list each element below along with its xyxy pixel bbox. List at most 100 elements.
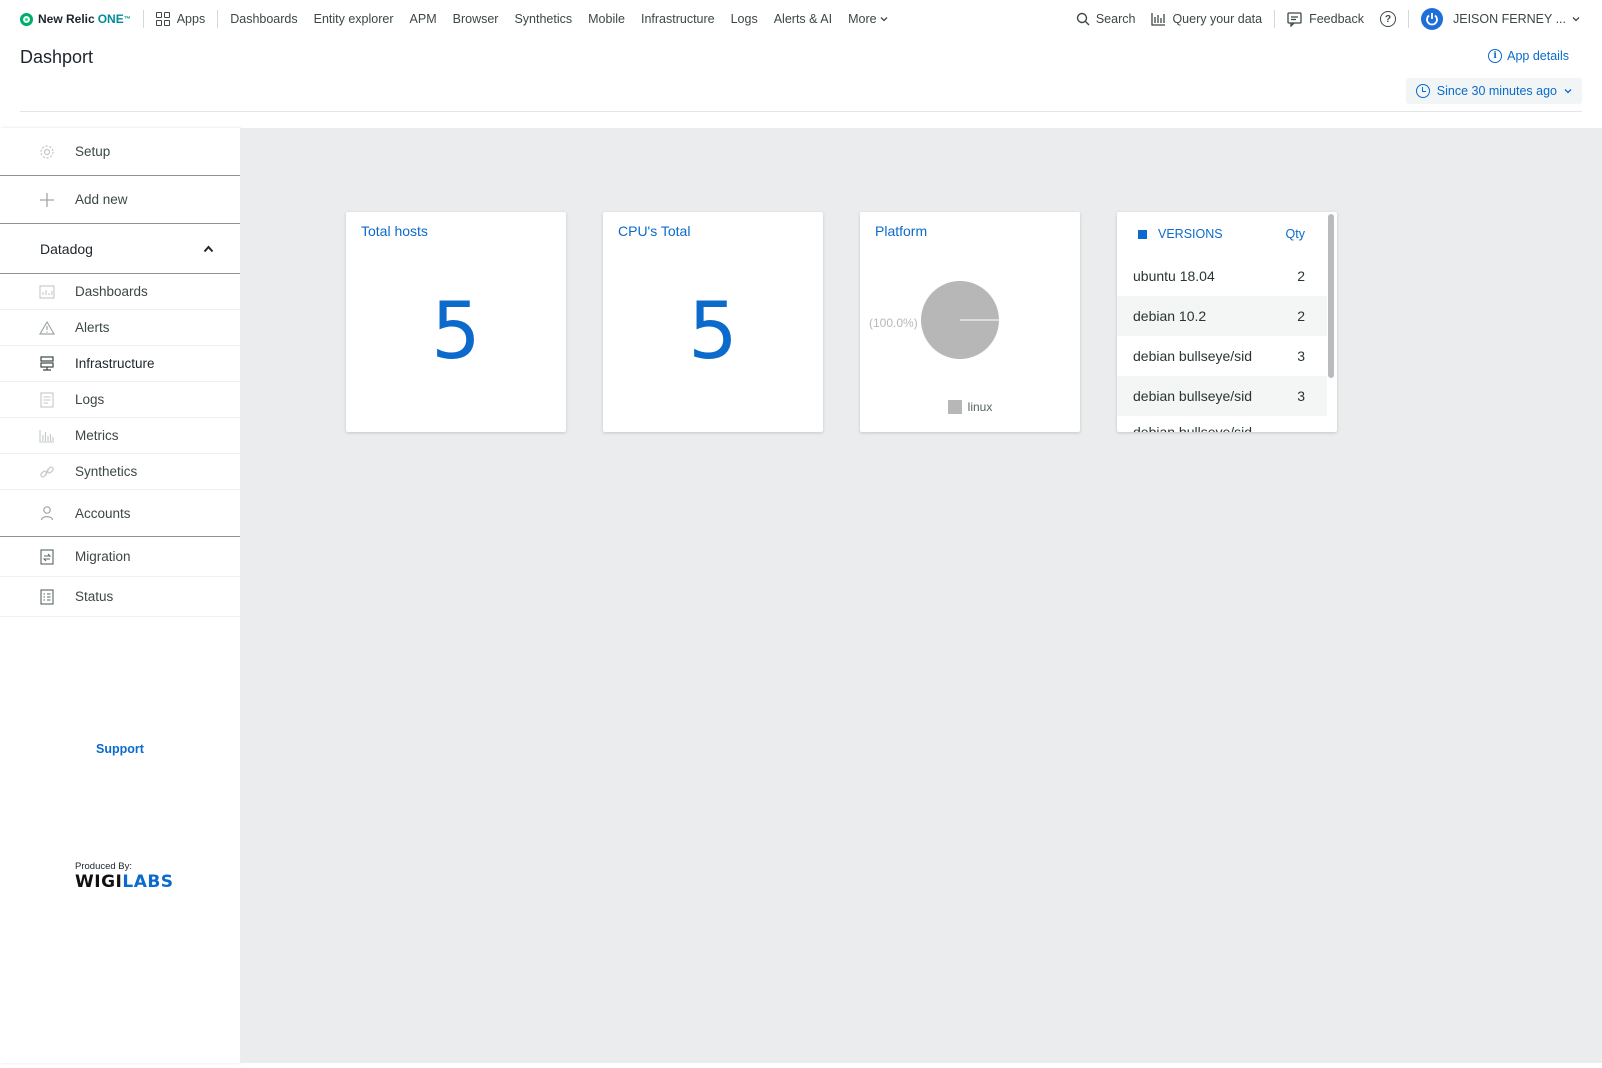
user-menu[interactable]: JEISON FERNEY ... [1421,8,1580,30]
series-square-icon [1138,229,1147,239]
sidebar-item-migration[interactable]: Migration [0,537,240,577]
query-data-button[interactable]: Query your data [1151,12,1262,26]
table-header: VERSIONS Qty [1117,212,1327,256]
nav-divider [142,10,144,28]
sidebar-group-label: Datadog [40,240,93,257]
app-details-link[interactable]: i App details [1488,49,1569,63]
table-cell-qty: 2 [1297,308,1305,324]
card-cpu-total[interactable]: CPU's Total 5 [603,212,823,432]
sidebar-item-label: Synthetics [75,464,138,479]
table-cell-name: debian bullseye/sid [1133,388,1253,404]
sidebar-item-label: Accounts [75,505,131,521]
chevron-down-icon [1572,17,1580,22]
table-cell-qty: 2 [1297,268,1305,284]
brand-part-b: LABS [122,872,174,892]
chevron-down-icon [1564,89,1572,94]
page-title: Dashport [20,47,94,67]
brand-part-a: WIGI [75,872,123,892]
table-body: ubuntu 18.04 2 debian 10.2 2 debian bull… [1117,256,1327,432]
status-icon [39,588,55,605]
new-relic-logo[interactable]: New Relic ONE ™ [20,12,131,26]
sidebar-item-setup[interactable]: Setup [0,128,240,176]
nav-link-mobile[interactable]: Mobile [588,12,625,26]
new-relic-logo-icon [20,12,33,26]
sidebar-group-datadog[interactable]: Datadog [0,224,240,274]
table-cell-name: ubuntu 18.04 [1133,268,1215,284]
produced-by: Produced By: WIGILABS [75,861,174,892]
support-link[interactable]: Support [0,742,240,756]
nav-link-alerts-ai[interactable]: Alerts & AI [774,12,832,26]
card-platform[interactable]: Platform (100.0%) linux [860,212,1080,432]
sidebar-item-label: Setup [75,144,111,159]
table-row: debian 10.2 2 [1117,296,1327,336]
nav-link-infrastructure[interactable]: Infrastructure [641,12,715,26]
brand-one: ONE [97,12,124,26]
table-row: debian bullseye/sid 3 [1117,336,1327,376]
time-range-label: Since 30 minutes ago [1436,84,1557,98]
sidebar-item-infrastructure[interactable]: Infrastructure [0,346,240,382]
scrollbar[interactable] [1328,214,1334,378]
card-title: Platform [875,223,928,239]
card-versions[interactable]: VERSIONS Qty ubuntu 18.04 2 debian 10.2 … [1117,212,1337,432]
sidebar: Setup Add new Datadog Dashboards Alerts … [0,128,240,1063]
dashboard-icon [39,284,55,300]
column-header-versions[interactable]: VERSIONS [1158,227,1223,241]
nav-more-label: More [848,12,877,26]
search-icon [1076,12,1090,26]
card-title: CPU's Total [618,223,691,239]
time-range-picker[interactable]: Since 30 minutes ago [1405,78,1582,104]
clock-icon [1415,84,1430,98]
feedback-button[interactable]: Feedback [1287,11,1364,27]
brand-trademark: ™ [123,15,131,23]
power-icon [1426,13,1438,26]
info-icon: i [1488,49,1503,63]
sidebar-item-synthetics[interactable]: Synthetics [0,454,240,490]
help-icon: ? [1380,11,1396,27]
pie-legend: linux [860,400,1080,414]
apps-button[interactable]: Apps [155,12,205,26]
card-total-hosts[interactable]: Total hosts 5 [346,212,566,432]
user-icon [39,505,55,521]
card-title: Total hosts [361,223,428,239]
sidebar-item-accounts[interactable]: Accounts [0,490,240,537]
sidebar-item-add-new[interactable]: Add new [0,176,240,224]
sidebar-item-metrics[interactable]: Metrics [0,418,240,454]
pie-slice-label: (100.0%) [869,316,918,330]
bar-chart-icon [1151,13,1166,26]
sidebar-item-label: Metrics [75,428,119,443]
feedback-icon [1287,11,1302,27]
nav-link-entity-explorer[interactable]: Entity explorer [314,12,394,26]
nav-link-browser[interactable]: Browser [453,12,499,26]
nav-more-menu[interactable]: More [848,12,888,26]
sidebar-item-label: Migration [75,549,131,564]
table-cell-name: debian 10.2 [1133,308,1207,324]
nav-link-dashboards[interactable]: Dashboards [230,12,297,26]
gear-icon [39,144,55,160]
nav-divider [1274,10,1276,28]
sidebar-item-dashboards[interactable]: Dashboards [0,274,240,310]
sidebar-item-status[interactable]: Status [0,577,240,617]
search-button[interactable]: Search [1076,12,1135,26]
migration-icon [39,548,55,565]
sidebar-item-label: Dashboards [75,284,148,299]
sidebar-item-alerts[interactable]: Alerts [0,310,240,346]
brand-prefix: New Relic [38,12,95,26]
nav-link-synthetics[interactable]: Synthetics [514,12,572,26]
legend-swatch [947,400,962,414]
billboard-value: 5 [688,287,738,377]
table-row: debian bullseye/sid 3 [1117,376,1327,416]
header-divider [20,111,1582,112]
nav-link-logs[interactable]: Logs [731,12,758,26]
table-cell-name: debian bullseye/sid [1133,424,1253,432]
sidebar-item-label: Alerts [75,320,110,335]
column-header-qty[interactable]: Qty [1286,227,1305,241]
right-navigation: Search Query your data Feedback ? JEISON… [1076,0,1602,38]
apps-grid-icon [155,12,170,26]
produced-by-label: Produced By: [75,861,133,872]
nav-link-apm[interactable]: APM [410,12,437,26]
nav-divider [217,10,219,28]
help-button[interactable]: ? [1380,11,1396,27]
warning-icon [39,320,55,336]
sidebar-item-logs[interactable]: Logs [0,382,240,418]
table-cell-qty: 3 [1297,348,1305,364]
